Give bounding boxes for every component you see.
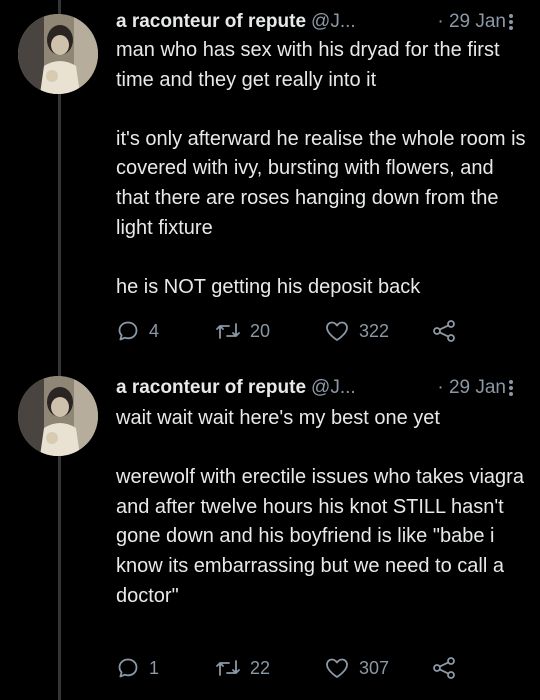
like-icon [326,658,348,678]
avatar[interactable] [18,14,98,94]
reply-button[interactable]: 1 [116,653,159,683]
author-name[interactable]: a raconteur of repute [116,11,306,33]
retweet-count: 22 [250,657,271,678]
like-button[interactable]: 307 [324,653,389,683]
tweet-paragraph: wait wait wait here's my best one yet [116,407,440,429]
retweet-button[interactable]: 22 [215,653,270,683]
reply-button[interactable]: 4 [116,316,159,346]
tweet-text: wait wait wait here's my best one yet we… [116,404,526,611]
tweet-text: man who has sex with his dryad for the f… [116,36,526,302]
more-vertical-icon[interactable] [508,378,514,398]
author-handle[interactable]: @J... [311,377,356,399]
reply-icon [118,658,138,678]
tweet-date[interactable]: · 29 Jan [437,377,506,399]
share-icon [433,657,455,679]
like-count: 307 [359,657,390,678]
tweet-header: a raconteur of repute @J... · 29 Jan [116,374,526,402]
tweet-date[interactable]: · 29 Jan [437,11,506,33]
retweet-count: 20 [250,320,271,341]
tweet-paragraph: he is NOT getting his deposit back [116,275,421,298]
like-icon [326,321,348,341]
reply-icon [118,321,138,341]
avatar[interactable] [18,376,98,456]
reply-count: 1 [149,657,160,678]
reply-count: 4 [149,320,160,341]
share-button[interactable] [431,316,457,346]
author-name[interactable]: a raconteur of repute [116,377,306,399]
retweet-icon [216,323,240,339]
author-handle[interactable]: @J... [311,11,356,33]
tweet-header: a raconteur of repute @J... · 29 Jan [116,8,526,36]
retweet-icon [216,660,240,676]
share-icon [433,320,455,342]
retweet-button[interactable]: 20 [215,316,270,346]
like-button[interactable]: 322 [324,316,389,346]
tweet-paragraph: it's only afterward he realise the whole… [116,127,526,239]
share-button[interactable] [431,653,457,683]
thread-connector-line [58,0,61,700]
like-count: 322 [359,320,390,341]
tweet-paragraph: man who has sex with his dryad for the f… [116,39,500,91]
more-vertical-icon[interactable] [508,12,514,32]
tweet-paragraph: werewolf with erectile issues who takes … [116,466,524,607]
